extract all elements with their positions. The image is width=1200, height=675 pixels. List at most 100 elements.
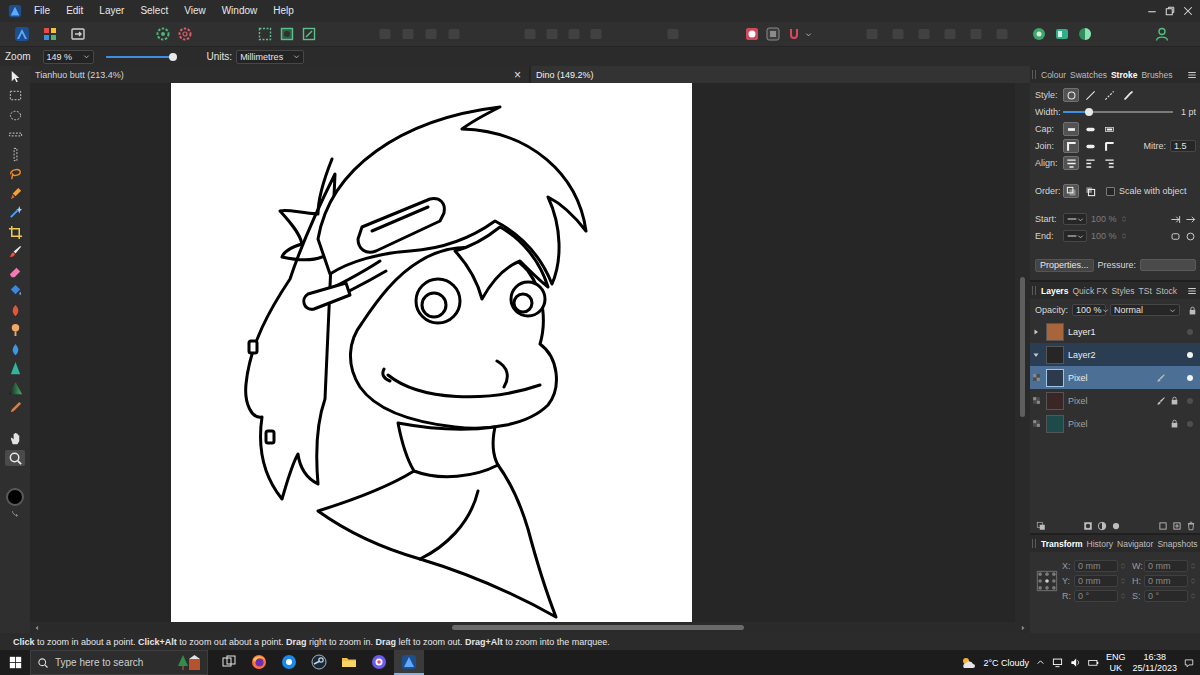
visibility-toggle[interactable]	[1187, 329, 1193, 335]
panel-tab[interactable]: History	[1087, 539, 1113, 549]
tool-button[interactable]	[5, 224, 25, 240]
transform-field-input[interactable]: 0 °	[1144, 590, 1188, 602]
order-button[interactable]	[1063, 184, 1079, 198]
swap-colours-icon[interactable]	[11, 509, 19, 517]
tool-button[interactable]	[5, 244, 25, 260]
panel-tab[interactable]: Stock	[1156, 286, 1177, 296]
cap-button[interactable]	[1101, 122, 1117, 136]
adjustment-icon[interactable]	[1097, 521, 1107, 531]
toolbar-button[interactable]	[542, 24, 562, 44]
fx-icon[interactable]	[1111, 521, 1121, 531]
panel-tab[interactable]: Transform	[1041, 539, 1083, 549]
toolbar-button[interactable]	[1152, 24, 1172, 44]
zoom-slider-thumb[interactable]	[169, 53, 177, 61]
taskbar-app[interactable]	[334, 650, 364, 675]
visibility-toggle[interactable]	[1187, 398, 1193, 404]
taskbar-app[interactable]	[274, 650, 304, 675]
document-page[interactable]	[171, 83, 692, 622]
show-hidden-icons-icon[interactable]	[1036, 658, 1045, 667]
tool-button[interactable]	[5, 450, 25, 466]
toolbar-button[interactable]	[742, 24, 762, 44]
menu-item[interactable]: Select	[134, 0, 174, 22]
volume-icon[interactable]	[1070, 657, 1081, 668]
toolbar-button[interactable]	[888, 24, 908, 44]
transform-field-input[interactable]: 0 mm	[1144, 575, 1188, 587]
vertical-scrollbar[interactable]	[1015, 83, 1030, 622]
cap-button[interactable]	[1063, 122, 1079, 136]
layer-row[interactable]: Pixel	[1030, 389, 1200, 412]
layer-row[interactable]: Pixel	[1030, 412, 1200, 435]
layer-row[interactable]: Layer2	[1030, 343, 1200, 366]
style-button[interactable]	[1082, 88, 1098, 102]
mask-layer-icon[interactable]	[1083, 521, 1093, 531]
mitre-field[interactable]: 1.5	[1170, 140, 1196, 152]
zoom-field[interactable]: 149 %	[43, 50, 94, 64]
tool-button[interactable]	[5, 322, 25, 338]
arrow-end-icon[interactable]	[1185, 214, 1196, 225]
align-button[interactable]	[1082, 156, 1098, 170]
arrow-swap-icon[interactable]	[1170, 214, 1181, 225]
toolbar-button[interactable]	[520, 24, 540, 44]
layer-row[interactable]: Layer1	[1030, 320, 1200, 343]
clock[interactable]: 16:3825/11/2023	[1133, 652, 1177, 673]
toolbar-button[interactable]	[12, 24, 32, 44]
toolbar-button[interactable]	[940, 24, 960, 44]
panel-tab[interactable]: Quick FX	[1072, 286, 1107, 296]
blend-chevron-icon[interactable]	[1169, 307, 1176, 314]
arrowhead-select[interactable]	[1063, 230, 1087, 242]
blend-mode-select[interactable]: Normal	[1110, 304, 1180, 316]
toolbar-button[interactable]	[421, 24, 441, 44]
horizontal-scrollbar[interactable]	[30, 622, 1030, 633]
horizontal-scroll-thumb[interactable]	[452, 625, 744, 630]
order-button[interactable]	[1082, 184, 1098, 198]
minimize-icon[interactable]	[1146, 5, 1158, 17]
style-button[interactable]	[1120, 88, 1136, 102]
expanded-arrow-icon[interactable]	[1032, 351, 1040, 359]
tool-button[interactable]	[5, 107, 25, 123]
toolbar-button[interactable]	[1075, 24, 1095, 44]
taskbar-search[interactable]: Type here to search	[30, 650, 208, 675]
arrowhead-chevron-icon[interactable]	[1077, 233, 1084, 240]
close-icon[interactable]	[1182, 5, 1194, 17]
dino-artwork[interactable]	[171, 83, 692, 622]
tab-close-button[interactable]: ×	[514, 69, 521, 81]
toolbar-button[interactable]	[68, 24, 88, 44]
scale-checkbox[interactable]	[1106, 187, 1115, 196]
toolbar-button[interactable]	[914, 24, 934, 44]
toolbar-button[interactable]	[862, 24, 882, 44]
restore-icon[interactable]	[1164, 5, 1176, 17]
document-tab[interactable]: Dino (149.2%)	[531, 66, 1030, 83]
toolbar-button[interactable]	[175, 24, 195, 44]
arrowhead-chevron-icon[interactable]	[1077, 216, 1084, 223]
menu-item[interactable]: View	[178, 0, 212, 22]
style-button[interactable]	[1063, 88, 1079, 102]
transform-field-input[interactable]: 0 mm	[1074, 560, 1118, 572]
zoom-slider[interactable]	[106, 56, 176, 58]
panel-tab[interactable]: Snapshots	[1157, 539, 1197, 549]
delete-layer-icon[interactable]	[1186, 521, 1196, 531]
tool-button[interactable]	[5, 127, 25, 143]
panel-menu[interactable]	[1187, 286, 1197, 296]
tool-button[interactable]	[5, 185, 25, 201]
style-button[interactable]	[1101, 88, 1117, 102]
horizontal-scroll-track[interactable]	[43, 625, 1017, 630]
panel-tab[interactable]: Swatches	[1070, 70, 1107, 80]
menu-item[interactable]: Help	[267, 0, 300, 22]
tool-button[interactable]	[5, 380, 25, 396]
tool-button[interactable]	[5, 431, 25, 447]
visibility-toggle[interactable]	[1187, 352, 1193, 358]
panel-grip[interactable]	[1032, 539, 1036, 548]
toolbar-button[interactable]	[277, 24, 297, 44]
add-layer-icon[interactable]	[1158, 521, 1168, 531]
opacity-chevron-icon[interactable]	[1102, 307, 1109, 314]
panel-tab[interactable]: Stroke	[1111, 70, 1137, 80]
panel-tab[interactable]: Brushes	[1141, 70, 1172, 80]
menu-item[interactable]: File	[28, 0, 56, 22]
toolbar-button[interactable]	[586, 24, 606, 44]
panel-grip[interactable]	[1032, 286, 1036, 295]
tool-button[interactable]	[5, 88, 25, 104]
visibility-toggle[interactable]	[1187, 421, 1193, 427]
tool-button[interactable]	[5, 341, 25, 357]
dropdown-chevron-icon[interactable]	[805, 31, 812, 38]
input-language[interactable]: ENGUK	[1106, 652, 1126, 673]
